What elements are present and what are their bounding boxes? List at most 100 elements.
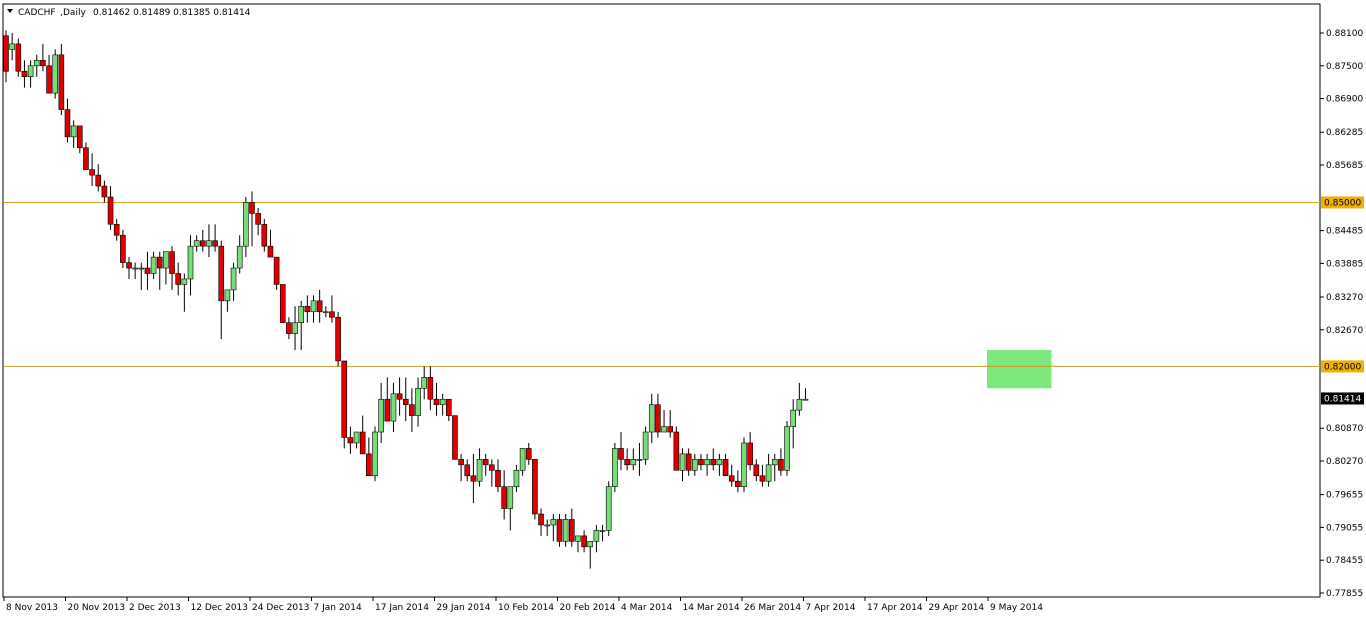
bull-candle-body (679, 453, 686, 471)
bear-candle-body (759, 475, 766, 482)
bull-candle-body (599, 530, 606, 532)
chart-window[interactable]: CADCHF , Daily 0.81462 0.81489 0.81385 0… (0, 0, 1366, 618)
bull-candle-body (630, 459, 637, 466)
bear-candle-body (747, 442, 753, 466)
bull-candle-body (765, 464, 772, 482)
bull-candle-body (9, 43, 15, 50)
bear-candle-body (433, 398, 440, 405)
x-tick-label: 9 May 2014 (990, 603, 1043, 613)
bull-candle-body (513, 469, 520, 487)
symbol-label: CADCHF (18, 8, 56, 18)
bull-candle-body (206, 240, 212, 247)
bear-candle-body (445, 398, 452, 416)
y-tick-label: 0.86285 (1326, 128, 1363, 138)
bull-candle-body (310, 300, 317, 313)
bull-candle-body (372, 431, 378, 477)
y-tick-label: 0.82670 (1326, 326, 1363, 336)
bear-candle-body (156, 256, 163, 269)
bull-candle-body (796, 398, 803, 411)
bull-candle-body (298, 306, 305, 324)
bull-candle-body (661, 426, 667, 433)
bear-candle-body (359, 431, 366, 455)
bull-candle-body (230, 267, 237, 291)
bear-candle-body (83, 147, 89, 170)
bull-candle-body (224, 289, 231, 302)
bear-candle-body (685, 453, 692, 471)
plot-area[interactable] (2, 3, 1321, 598)
bear-candle-body (402, 398, 409, 405)
bear-candle-body (470, 475, 477, 482)
candlestick-chart[interactable]: CADCHF , Daily 0.81462 0.81489 0.81385 0… (0, 0, 1366, 618)
y-tick-label: 0.86900 (1326, 95, 1363, 105)
bear-candle-body (261, 224, 268, 247)
time-axis[interactable]: 8 Nov 2013 20 Nov 2013 2 Dec 2013 12 Dec 20… (3, 597, 1043, 613)
y-tick-label: 0.79055 (1326, 523, 1363, 533)
bear-candle-body (144, 267, 151, 274)
bull-candle-body (704, 459, 710, 466)
bull-candle-body (163, 251, 169, 269)
x-tick-label: 4 Mar 2014 (621, 603, 673, 613)
bear-candle-body (113, 224, 120, 236)
bull-candle-body (544, 524, 551, 527)
bull-candle-body (181, 278, 188, 285)
bull-candle-body (378, 398, 384, 433)
bear-candle-body (778, 459, 784, 471)
bull-candle-body (322, 311, 329, 314)
bear-candle-body (89, 169, 95, 176)
bear-candle-body (40, 60, 46, 67)
bear-candle-body (427, 377, 434, 400)
bear-candle-body (458, 459, 464, 466)
y-tick-label: 0.87500 (1326, 62, 1363, 72)
bear-candle-body (489, 464, 495, 471)
bull-candle-body (741, 442, 747, 487)
bear-candle-body (464, 464, 471, 477)
bear-candle-body (366, 453, 372, 477)
candle (532, 459, 538, 520)
candle (673, 426, 680, 471)
bear-candle-body (341, 360, 348, 438)
bull-candle-body (243, 202, 249, 247)
candle (372, 426, 378, 482)
bull-candle-body (507, 486, 514, 509)
bull-candle-body (439, 398, 446, 405)
bear-candle-body (347, 437, 354, 444)
candle (784, 421, 790, 476)
y-tick-label: 0.88100 (1326, 29, 1363, 39)
bull-candle-body (353, 431, 360, 444)
candle (15, 38, 22, 77)
level-price-label: 0.82000 (1324, 362, 1361, 372)
bull-candle-body (27, 65, 34, 78)
bull-candle-body (550, 519, 557, 526)
bear-candle-body (710, 459, 717, 466)
x-tick-label: 10 Feb 2014 (498, 603, 554, 613)
candle (341, 360, 348, 449)
bear-candle-body (249, 202, 255, 214)
resistance-zone[interactable] (987, 350, 1052, 389)
candle (52, 49, 59, 99)
bear-candle-body (335, 316, 341, 362)
bear-candle-body (107, 196, 114, 225)
bear-candle-body (267, 245, 274, 258)
level-price-label: 0.85000 (1324, 198, 1361, 208)
current-price-label: 0.81414 (1324, 394, 1361, 404)
candle (605, 481, 612, 536)
bull-candle-body (150, 256, 157, 274)
bear-candle-body (3, 35, 9, 72)
x-tick-label: 17 Jan 2014 (375, 603, 429, 613)
candle (741, 437, 747, 493)
candle (642, 426, 649, 465)
bear-candle-body (95, 174, 102, 187)
bull-candle-body (421, 377, 428, 389)
bear-candle-body (175, 273, 181, 285)
price-axis[interactable]: 0.88100 0.87500 0.86900 0.86285 0.85685 0.844… (1320, 29, 1363, 599)
bull-candle-body (70, 125, 77, 138)
bull-candle-body (390, 393, 397, 422)
candle (58, 43, 65, 115)
y-tick-label: 0.78455 (1326, 556, 1363, 566)
bear-candle-body (126, 262, 132, 269)
bear-candle-body (556, 519, 563, 542)
bull-candle-body (802, 398, 809, 401)
y-tick-label: 0.77855 (1326, 589, 1363, 599)
bear-candle-body (329, 311, 335, 318)
bear-candle-body (753, 464, 760, 477)
